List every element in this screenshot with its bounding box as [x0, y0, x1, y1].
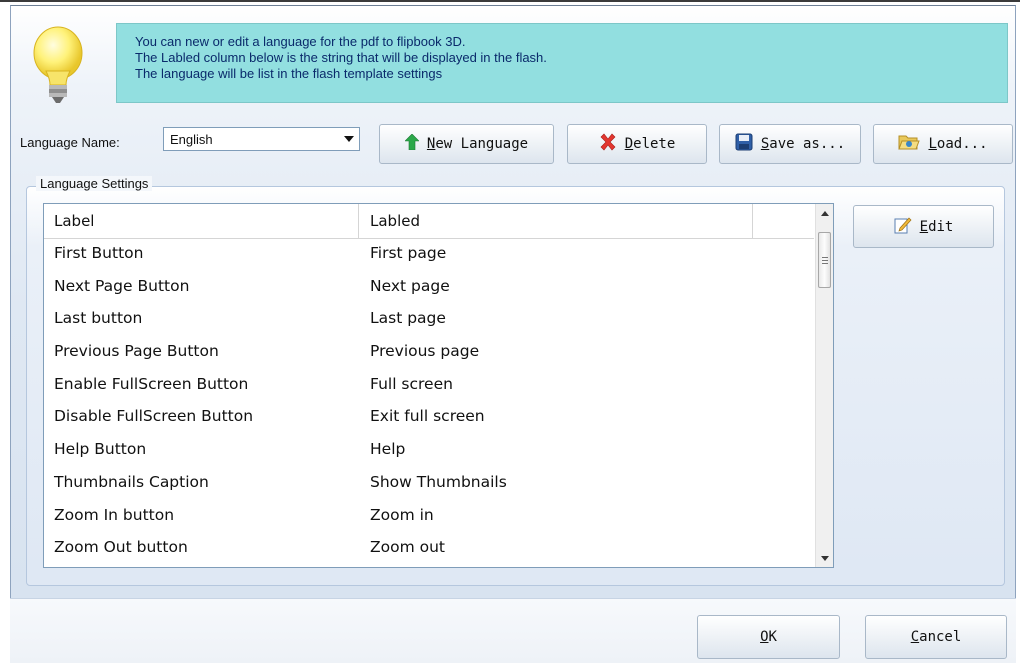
info-line-3: The language will be list in the flash t…	[135, 66, 443, 81]
grip-line	[822, 260, 828, 261]
row-label: Zoom Out button	[54, 538, 188, 557]
load-label: Load...	[928, 136, 988, 152]
row-label: Help Button	[54, 440, 147, 459]
table-row[interactable]: First Button First page	[44, 238, 814, 271]
row-labled: Zoom out	[370, 538, 445, 557]
cancel-label: Cancel	[910, 629, 962, 645]
info-line-2: The Labled column below is the string th…	[135, 50, 547, 65]
table-row[interactable]: Previous Page Button Previous page	[44, 336, 814, 369]
scrollbar-thumb[interactable]	[818, 232, 831, 288]
row-labled: Help	[370, 440, 406, 459]
row-labled: Exit full screen	[370, 407, 485, 426]
row-labled: Show Thumbnails	[370, 472, 507, 491]
delete-button[interactable]: Delete	[567, 124, 707, 164]
row-label: Previous Page Button	[54, 342, 219, 361]
chevron-down-icon[interactable]	[341, 130, 357, 148]
info-line-1: You can new or edit a language for the p…	[135, 34, 466, 49]
table-row[interactable]: Zoom Out button Zoom out	[44, 532, 814, 565]
vertical-scrollbar[interactable]	[815, 204, 833, 567]
row-labled: Previous page	[370, 342, 480, 361]
save-as-button[interactable]: Save as...	[719, 124, 861, 164]
floppy-disk-icon	[735, 133, 753, 155]
row-labled: Last page	[370, 309, 446, 328]
table-header: Label Labled	[44, 204, 814, 239]
row-labled: First page	[370, 244, 447, 262]
table-row[interactable]: Disable FullScreen Button Exit full scree…	[44, 401, 814, 434]
row-label: Thumbnails Caption	[54, 472, 209, 491]
folder-open-icon	[898, 133, 921, 155]
table-row[interactable]: Last button Last page	[44, 303, 814, 336]
row-label: Zoom In button	[54, 505, 175, 524]
window-top-border	[0, 0, 1020, 2]
row-labled: Full screen	[370, 374, 453, 393]
scroll-up-arrow-icon[interactable]	[816, 204, 833, 222]
ok-label: OK	[760, 629, 777, 645]
language-name-value: English	[170, 132, 213, 147]
column-divider[interactable]	[752, 204, 753, 238]
grip-line	[822, 263, 828, 264]
cancel-button[interactable]: Cancel	[865, 615, 1007, 659]
language-name-select[interactable]: English	[163, 127, 360, 151]
row-label: Last button	[54, 309, 143, 328]
edit-button[interactable]: Edit	[853, 205, 994, 248]
new-language-label: New Language	[426, 136, 529, 152]
delete-label: Delete	[624, 136, 676, 152]
save-as-label: Save as...	[760, 136, 846, 152]
table-row[interactable]: Enable FullScreen Button Full screen	[44, 369, 814, 402]
row-labled: Next page	[370, 276, 450, 295]
edit-pencil-icon	[894, 216, 912, 238]
row-label: Enable FullScreen Button	[54, 374, 249, 393]
edit-label: Edit	[919, 218, 954, 235]
row-label: Next Page Button	[54, 276, 190, 295]
green-up-arrow-icon	[404, 133, 420, 154]
load-button[interactable]: Load...	[873, 124, 1013, 164]
table-row[interactable]: Next Page Button Next page	[44, 271, 814, 304]
ok-button[interactable]: OK	[697, 615, 840, 659]
row-label: Disable FullScreen Button	[54, 407, 254, 426]
language-settings-title: Language Settings	[36, 176, 153, 191]
new-language-button[interactable]: New Language	[379, 124, 554, 164]
row-labled: Zoom in	[370, 505, 434, 524]
scroll-down-arrow-icon[interactable]	[816, 549, 833, 567]
column-divider[interactable]	[358, 204, 359, 238]
language-name-label: Language Name:	[20, 135, 120, 150]
red-x-icon	[599, 133, 617, 155]
table-row[interactable]: Help Button Help	[44, 434, 814, 467]
grip-line	[822, 257, 828, 258]
table-rows: First Button First page Next Page Button N…	[44, 238, 814, 565]
info-banner: You can new or edit a language for the p…	[116, 23, 1008, 103]
column-header-label[interactable]: Label	[54, 212, 94, 230]
column-header-labled[interactable]: Labled	[370, 212, 420, 230]
table-row[interactable]: Thumbnails Caption Show Thumbnails	[44, 467, 814, 500]
language-strings-table[interactable]: Label Labled First Button First page Next…	[43, 203, 834, 568]
table-row[interactable]: Zoom In button Zoom in	[44, 500, 814, 533]
row-label: First Button	[54, 244, 144, 262]
lightbulb-icon	[33, 26, 83, 103]
